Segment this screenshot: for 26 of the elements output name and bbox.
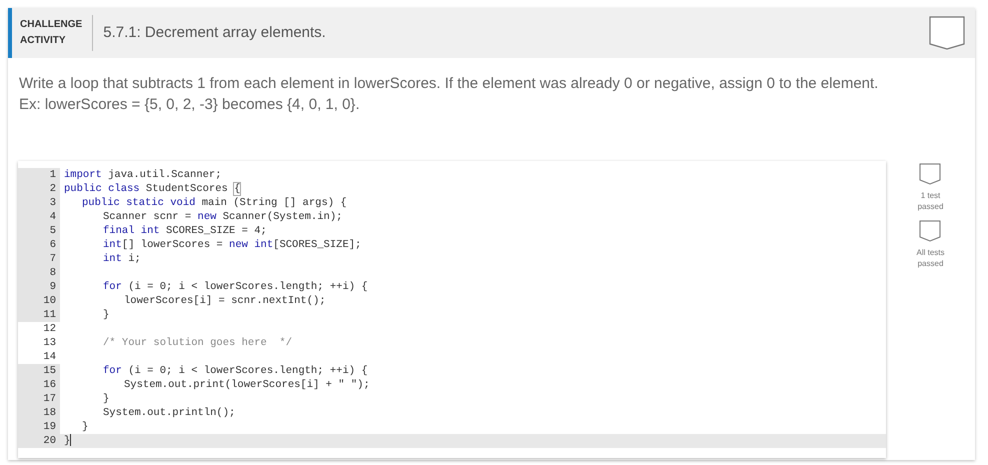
line-number: 3 xyxy=(18,196,60,210)
line-number: 11 xyxy=(18,308,60,322)
line-number: 17 xyxy=(18,392,60,406)
instruction-text: Ex: lowerScores = {5, 0, 2, -3} becomes {4, 0, 1, 0}. xyxy=(19,95,361,115)
line-number: 2 xyxy=(18,182,60,196)
line-number: 20 xyxy=(18,434,60,448)
line-number: 16 xyxy=(18,378,60,392)
activity-type-label: CHALLENGE ACTIVITY xyxy=(20,15,94,51)
test-status-label: 1 test passed xyxy=(918,190,944,212)
instruction-text: Write a loop that subtracts 1 from each element in lowerScores. If the element was already 0 or negative, assign 0 to the element. xyxy=(19,74,880,94)
line-number: 15 xyxy=(18,364,60,378)
activity-title: 5.7.1: Decrement array elements. xyxy=(103,22,327,43)
line-number: 1 xyxy=(18,168,60,182)
line-number: 18 xyxy=(18,406,60,420)
line-number: 6 xyxy=(18,238,60,252)
test-badge-icon xyxy=(919,220,942,242)
line-number: 10 xyxy=(18,294,60,308)
completion-badge-icon xyxy=(929,16,965,50)
line-number: 5 xyxy=(18,224,60,238)
line-number: 4 xyxy=(18,210,60,224)
line-number: 7 xyxy=(18,252,60,266)
test-badge-icon xyxy=(919,163,942,185)
line-number: 19 xyxy=(18,420,60,434)
test-status-label: All tests passed xyxy=(916,247,944,269)
line-number: 8 xyxy=(18,266,60,280)
line-number: 9 xyxy=(18,280,60,294)
